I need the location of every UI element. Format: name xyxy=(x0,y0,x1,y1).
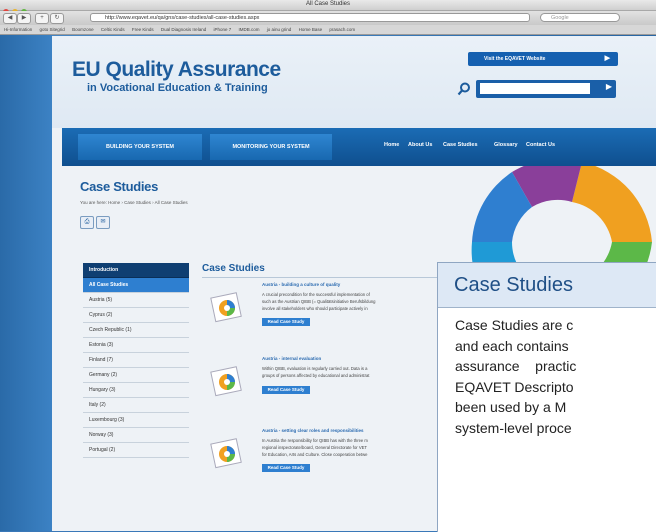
case-study-title[interactable]: Austria - internal evaluation xyxy=(262,356,321,361)
arrow-right-icon: ▶ xyxy=(604,55,610,62)
bookmark-item[interactable]: goto Sitegrid xyxy=(40,27,65,32)
bookmark-item[interactable]: Hi-Information xyxy=(4,27,32,32)
site-search-input[interactable] xyxy=(480,83,590,94)
email-button[interactable]: ✉ xyxy=(96,216,110,229)
sidebar-item-norway[interactable]: Norway (3) xyxy=(83,428,189,443)
browser-search-placeholder: Google xyxy=(551,15,569,21)
case-study-text: groups of persons affected by educationa… xyxy=(262,373,370,378)
bookmark-item[interactable]: jo ainu grind xyxy=(267,27,292,32)
sidebar-item-czech-republic[interactable]: Czech Republic (1) xyxy=(83,323,189,338)
case-study-thumbnail-icon xyxy=(210,438,242,469)
forward-button[interactable]: ▶ xyxy=(17,13,31,24)
sidebar-item-finland[interactable]: Finland (7) xyxy=(83,353,189,368)
browser-toolbar: ◀ ▶ + ↻ http://www.eqavet.eu/qa/gns/case… xyxy=(0,11,656,25)
callout-text-line: Case Studies are c xyxy=(455,317,574,333)
bookmark-item[interactable]: Home Base xyxy=(299,27,323,32)
reload-button[interactable]: ↻ xyxy=(50,13,64,24)
callout-text-line: system-level proce xyxy=(455,419,572,436)
sidebar-item-hungary[interactable]: Hungary (3) xyxy=(83,383,189,398)
nav-link-contact-us[interactable]: Contact Us xyxy=(526,142,555,148)
window-title: All Case Studies xyxy=(305,1,351,7)
bookmark-item[interactable]: Free Kinds xyxy=(132,27,154,32)
page-title: Case Studies xyxy=(80,179,159,194)
nav-link-home[interactable]: Home xyxy=(384,142,399,148)
nav-link-about-us[interactable]: About Us xyxy=(408,142,432,148)
email-icon: ✉ xyxy=(100,219,106,225)
sidebar-item-estonia[interactable]: Estonia (3) xyxy=(83,338,189,353)
sidebar-item-italy[interactable]: Italy (2) xyxy=(83,398,189,413)
sidebar-item-austria[interactable]: Austria (5) xyxy=(83,293,189,308)
bookmark-item[interactable]: Boomzone xyxy=(72,27,94,32)
visit-eqavet-button[interactable]: Visit the EQAVET Website ▶ xyxy=(468,52,618,66)
add-bookmark-button[interactable]: + xyxy=(35,13,49,24)
site-search: ▶ xyxy=(476,80,616,98)
callout-title: Case Studies xyxy=(454,274,573,296)
case-study-thumbnail-icon xyxy=(210,366,242,397)
print-button[interactable]: ⎙ xyxy=(80,216,94,229)
back-button[interactable]: ◀ xyxy=(3,13,17,24)
callout-header: Case Studies xyxy=(438,263,656,308)
site-header: EU Quality Assurance in Vocational Educa… xyxy=(52,36,656,128)
tab-monitoring-your-system[interactable]: MONITORING YOUR SYSTEM xyxy=(210,134,332,160)
callout-panel: Case Studies Case Studies are c and each… xyxy=(437,262,656,532)
bookmark-item[interactable]: prasach.com xyxy=(329,27,355,32)
sidebar: Introduction All Case Studies Austria (5… xyxy=(83,263,189,458)
case-study-text: A crucial precondition for the successfu… xyxy=(262,292,370,297)
callout-text-line: EQAVET Descripto xyxy=(455,378,574,395)
case-study-text: involve all stakeholders who should part… xyxy=(262,306,368,311)
plus-icon: + xyxy=(40,15,44,21)
sidebar-item-portugal[interactable]: Portugal (2) xyxy=(83,443,189,458)
case-study-text: regional inspectorate/board, General Dir… xyxy=(262,445,367,450)
print-icon: ⎙ xyxy=(84,219,90,225)
reload-icon: ↻ xyxy=(54,15,60,21)
read-case-study-button[interactable]: Read Case Study xyxy=(262,318,310,326)
url-text: http://www.eqavet.eu/qa/gns/case-studies… xyxy=(105,15,260,21)
callout-text-line: and each contains xyxy=(455,337,569,354)
case-study-title[interactable]: Austria - setting clear roles and respon… xyxy=(262,428,364,433)
case-study-thumbnail-icon xyxy=(210,292,242,323)
main-menu-bar: BUILDING YOUR SYSTEM MONITORING YOUR SYS… xyxy=(62,128,656,166)
visit-eqavet-label: Visit the EQAVET Website xyxy=(484,56,546,62)
sidebar-item-luxembourg[interactable]: Luxembourg (3) xyxy=(83,413,189,428)
sidebar-item-germany[interactable]: Germany (2) xyxy=(83,368,189,383)
site-subtitle: in Vocational Education & Training xyxy=(87,82,268,94)
bookmark-item[interactable]: IMDB.com xyxy=(239,27,260,32)
site-title[interactable]: EU Quality Assurance xyxy=(72,58,281,82)
content-heading: Case Studies xyxy=(202,263,265,274)
forward-icon: ▶ xyxy=(21,15,27,21)
nav-link-case-studies[interactable]: Case Studies xyxy=(443,142,478,148)
bookmark-item[interactable]: iPhone 7 xyxy=(213,27,231,32)
breadcrumb[interactable]: You are here: Home › Case Studies › All … xyxy=(80,200,188,205)
bookmark-item[interactable]: Dual Diagnosis Ireland xyxy=(161,27,206,32)
tab-building-your-system[interactable]: BUILDING YOUR SYSTEM xyxy=(78,134,202,160)
bookmarks-bar: Hi-Information goto Sitegrid Boomzone Ce… xyxy=(0,25,656,35)
read-case-study-button[interactable]: Read Case Study xyxy=(262,464,310,472)
bookmark-item[interactable]: Celtic Kinds xyxy=(101,27,125,32)
back-icon: ◀ xyxy=(7,15,13,21)
callout-text-line: been used by a M xyxy=(455,399,567,415)
browser-search-field[interactable]: Google xyxy=(540,13,620,22)
case-study-text: for Education, Arts and Culture. Close c… xyxy=(262,452,368,457)
case-study-text: In Austria the responsibility for QIBB h… xyxy=(262,438,368,443)
window-titlebar: All Case Studies xyxy=(0,0,656,15)
callout-text-line: assurance practic xyxy=(455,358,577,374)
address-bar[interactable]: http://www.eqavet.eu/qa/gns/case-studies… xyxy=(90,13,530,22)
case-study-title[interactable]: Austria - building a culture of quality xyxy=(262,282,340,287)
sidebar-item-introduction[interactable]: Introduction xyxy=(83,263,189,278)
read-case-study-button[interactable]: Read Case Study xyxy=(262,386,310,394)
sidebar-item-cyprus[interactable]: Cyprus (2) xyxy=(83,308,189,323)
search-go-icon[interactable]: ▶ xyxy=(606,82,612,91)
search-icon xyxy=(457,82,470,96)
sidebar-item-all-case-studies[interactable]: All Case Studies xyxy=(83,278,189,293)
case-study-text: such as the Austrian QIBB (= Qualitätsin… xyxy=(262,299,376,304)
nav-link-glossary[interactable]: Glossary xyxy=(494,142,518,148)
case-study-text: Within QIBB, evaluation is regularly car… xyxy=(262,366,368,371)
callout-body: Case Studies are c and each contains ass… xyxy=(455,315,656,438)
